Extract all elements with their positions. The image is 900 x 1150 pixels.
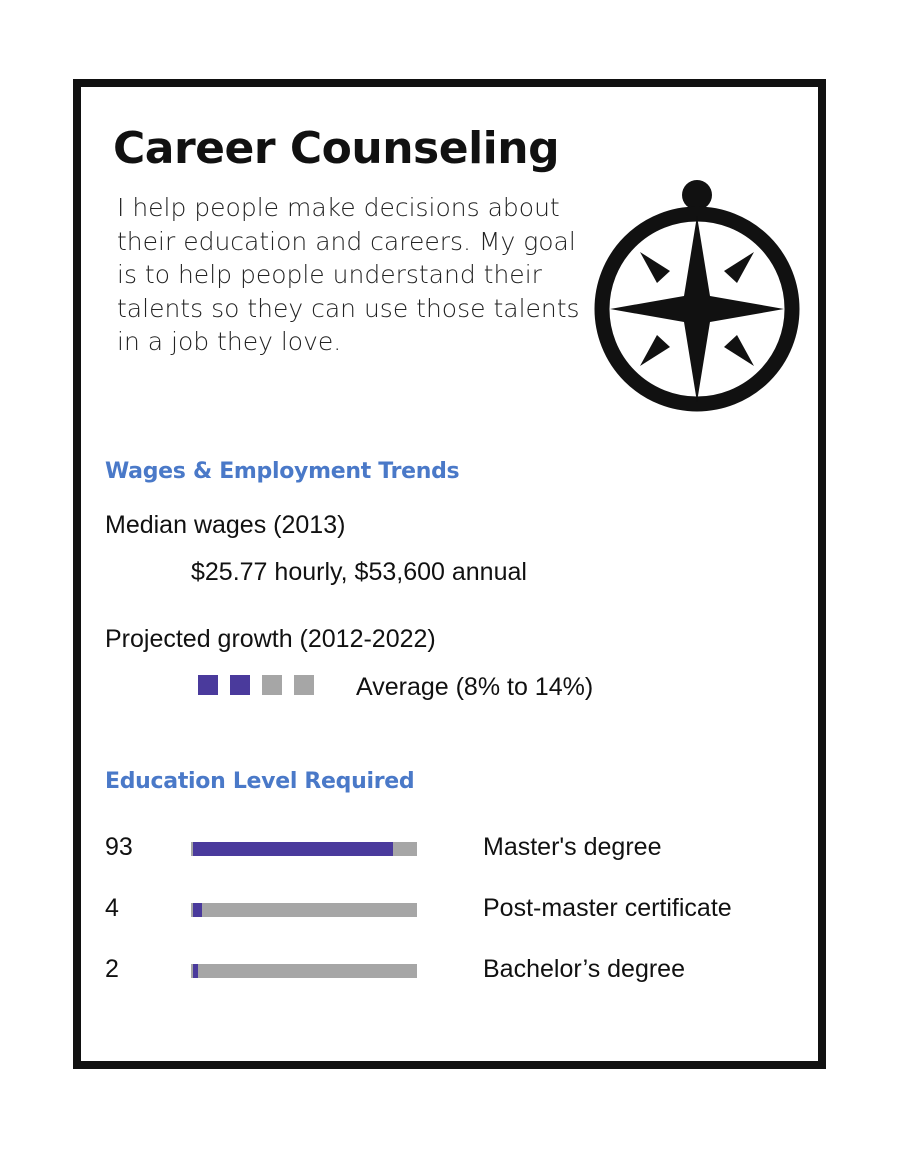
compass-icon <box>594 180 800 412</box>
growth-square-empty <box>262 675 282 695</box>
education-level-label: Post-master certificate <box>483 894 732 922</box>
median-wages-value: $25.77 hourly, $53,600 annual <box>191 558 527 586</box>
education-level-label: Bachelor’s degree <box>483 955 685 983</box>
education-bar-fill <box>193 964 198 978</box>
growth-square-empty <box>294 675 314 695</box>
median-wages-label: Median wages (2013) <box>105 511 346 539</box>
career-card: Career Counseling I help people make dec… <box>73 79 826 1069</box>
page-title: Career Counseling <box>113 123 560 174</box>
description: I help people make decisions about their… <box>117 193 580 356</box>
education-bar <box>191 842 417 856</box>
education-row-post-master: 4 Post-master certificate <box>105 894 805 924</box>
education-percent: 93 <box>105 833 133 861</box>
growth-value: Average (8% to 14%) <box>356 673 594 701</box>
growth-square-filled <box>198 675 218 695</box>
education-level-label: Master's degree <box>483 833 662 861</box>
education-percent: 4 <box>105 894 119 922</box>
projected-growth-label: Projected growth (2012-2022) <box>105 625 436 653</box>
education-bar-fill <box>193 842 393 856</box>
education-row-bachelors: 2 Bachelor’s degree <box>105 955 805 985</box>
education-percent: 2 <box>105 955 119 983</box>
education-row-masters: 93 Master's degree <box>105 833 805 863</box>
education-bar <box>191 903 417 917</box>
growth-square-filled <box>230 675 250 695</box>
education-heading: Education Level Required <box>105 769 415 794</box>
education-bar <box>191 964 417 978</box>
wages-heading: Wages & Employment Trends <box>105 459 460 484</box>
education-bar-fill <box>193 903 202 917</box>
